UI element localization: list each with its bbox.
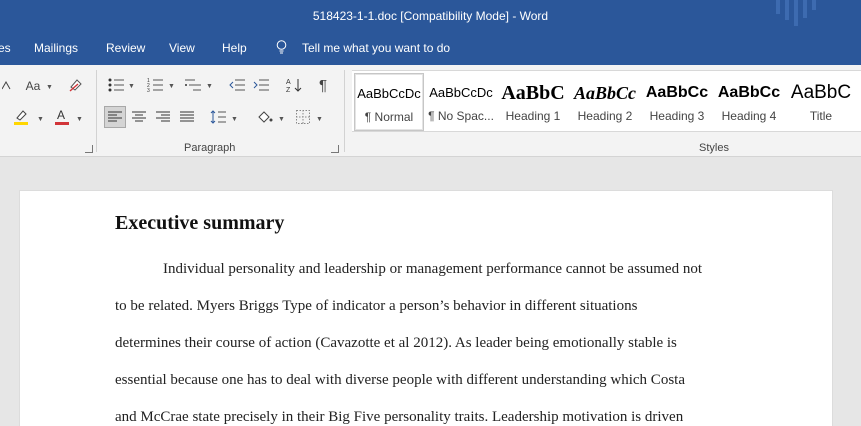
title-decoration	[803, 0, 807, 18]
font-dialog-launcher-icon[interactable]	[85, 145, 93, 153]
align-left-icon[interactable]	[104, 106, 126, 128]
svg-text:Z: Z	[286, 87, 291, 93]
title-decoration	[785, 0, 789, 20]
style-sample: AaBbCc	[645, 84, 709, 101]
document-page[interactable]: Executive summary Individual personality…	[19, 190, 833, 426]
change-case-label: Aa	[25, 79, 41, 93]
style-sample: AaBbCcDc	[429, 85, 493, 100]
show-formatting-marks-icon[interactable]: ¶	[312, 74, 334, 96]
document-line[interactable]: and McCrae state precisely in their Big …	[115, 409, 683, 426]
tab-help[interactable]: Help	[222, 41, 247, 55]
style-heading-2[interactable]: AaBbCc Heading 2	[570, 73, 640, 131]
tab-view[interactable]: View	[169, 41, 195, 55]
document-heading[interactable]: Executive summary	[115, 212, 284, 235]
paragraph-group-label: Paragraph	[184, 142, 236, 154]
style-normal[interactable]: AaBbCcDc ¶ Normal	[354, 73, 424, 131]
tab-mailings[interactable]: Mailings	[34, 41, 78, 55]
style-name: Heading 1	[505, 109, 561, 123]
highlight-color-icon[interactable]	[10, 106, 32, 128]
style-sample: AaBbC	[501, 82, 565, 104]
style-name: Heading 4	[721, 109, 777, 123]
document-line[interactable]: Individual personality and leadership or…	[163, 261, 702, 278]
clear-formatting-icon[interactable]	[65, 74, 87, 96]
justify-icon[interactable]	[176, 106, 198, 128]
style-sample: AaBbCc	[573, 83, 636, 103]
chevron-down-icon: ▼	[128, 83, 135, 90]
title-decoration	[794, 0, 798, 26]
style-name: Heading 3	[649, 109, 705, 123]
chevron-down-icon: ▼	[37, 116, 44, 123]
style-heading-3[interactable]: AaBbCc Heading 3	[642, 73, 712, 131]
svg-text:3: 3	[147, 88, 150, 92]
title-decoration	[776, 0, 780, 14]
style-no-spacing[interactable]: AaBbCcDc ¶ No Spac...	[426, 73, 496, 131]
chevron-down-icon: ▼	[168, 83, 175, 90]
paragraph-dialog-launcher-icon[interactable]	[331, 145, 339, 153]
style-heading-1[interactable]: AaBbC Heading 1	[498, 73, 568, 131]
style-title[interactable]: AaBbC Title	[786, 73, 856, 131]
tab-review[interactable]: Review	[106, 41, 145, 55]
svg-text:A: A	[286, 79, 291, 86]
style-heading-4[interactable]: AaBbCc Heading 4	[714, 73, 784, 131]
document-line[interactable]: essential because one has to deal with d…	[115, 372, 685, 389]
multilevel-list-icon[interactable]	[182, 74, 204, 96]
bullets-icon[interactable]	[105, 74, 127, 96]
style-sample: AaBbC	[790, 82, 852, 103]
style-name: ¶ No Spac...	[428, 109, 494, 123]
align-right-icon[interactable]	[152, 106, 174, 128]
styles-group-label: Styles	[699, 142, 729, 154]
shading-icon[interactable]	[253, 106, 275, 128]
document-line[interactable]: determines their course of action (Cavaz…	[115, 335, 677, 352]
align-center-icon[interactable]	[128, 106, 150, 128]
tab-references[interactable]: es	[0, 41, 11, 55]
window-title: 518423-1-1.doc [Compatibility Mode] - Wo…	[312, 9, 549, 23]
style-name: Heading 2	[577, 109, 633, 123]
group-separator	[344, 70, 345, 152]
ribbon: Aa ▼ ▼ A ▼ ▼ 123 ▼ ▼ AZ ¶ ▼ ▼ ▼ Paragrap…	[0, 65, 861, 157]
chevron-down-icon: ▼	[76, 116, 83, 123]
lightbulb-icon	[276, 40, 287, 54]
style-sample: AaBbCcDc	[357, 86, 421, 101]
numbering-icon[interactable]: 123	[144, 74, 166, 96]
sort-icon[interactable]: AZ	[283, 74, 305, 96]
ribbon-tab-bar: es Mailings Review View Help Tell me wha…	[0, 33, 861, 65]
chevron-down-icon: ▼	[206, 83, 213, 90]
change-case-button[interactable]: Aa	[22, 75, 44, 97]
decrease-indent-icon[interactable]	[226, 74, 248, 96]
chevron-down-icon: ▼	[278, 116, 285, 123]
title-decoration	[812, 0, 816, 10]
style-name: Title	[809, 109, 833, 123]
line-spacing-icon[interactable]	[207, 106, 229, 128]
style-name: ¶ Normal	[364, 110, 414, 124]
tell-me-search[interactable]: Tell me what you want to do	[302, 41, 450, 55]
borders-icon[interactable]	[292, 106, 314, 128]
style-sample: AaBbCc	[717, 84, 781, 101]
increase-indent-icon[interactable]	[250, 74, 272, 96]
chevron-down-icon: ▼	[231, 116, 238, 123]
chevron-down-icon: ▼	[46, 84, 53, 91]
font-size-spinner-icon[interactable]	[0, 75, 14, 97]
svg-text:A: A	[57, 108, 65, 122]
document-line[interactable]: to be related. Myers Briggs Type of indi…	[115, 298, 637, 315]
group-separator	[96, 70, 97, 152]
styles-gallery: AaBbCcDc ¶ Normal AaBbCcDc ¶ No Spac... …	[352, 70, 861, 132]
font-color-icon[interactable]: A	[51, 106, 73, 128]
title-bar: 518423-1-1.doc [Compatibility Mode] - Wo…	[0, 0, 861, 33]
chevron-down-icon: ▼	[316, 116, 323, 123]
